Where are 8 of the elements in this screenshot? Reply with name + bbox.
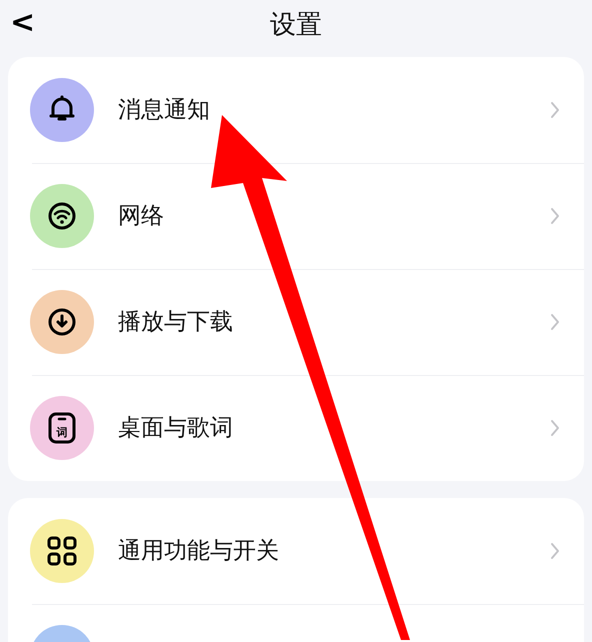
- icon-glyph: 词: [56, 427, 68, 438]
- setting-label[interactable]: 消息通知: [118, 92, 550, 128]
- setting-label[interactable]: 通用功能与开关: [118, 534, 550, 568]
- setting-label[interactable]: 桌面与歌词: [118, 410, 550, 446]
- setting-label[interactable]: 网络: [118, 198, 550, 234]
- page-title: 设置: [270, 9, 322, 42]
- back-button[interactable]: <: [6, 6, 40, 40]
- setting-label[interactable]: 播放与下载: [118, 304, 550, 340]
